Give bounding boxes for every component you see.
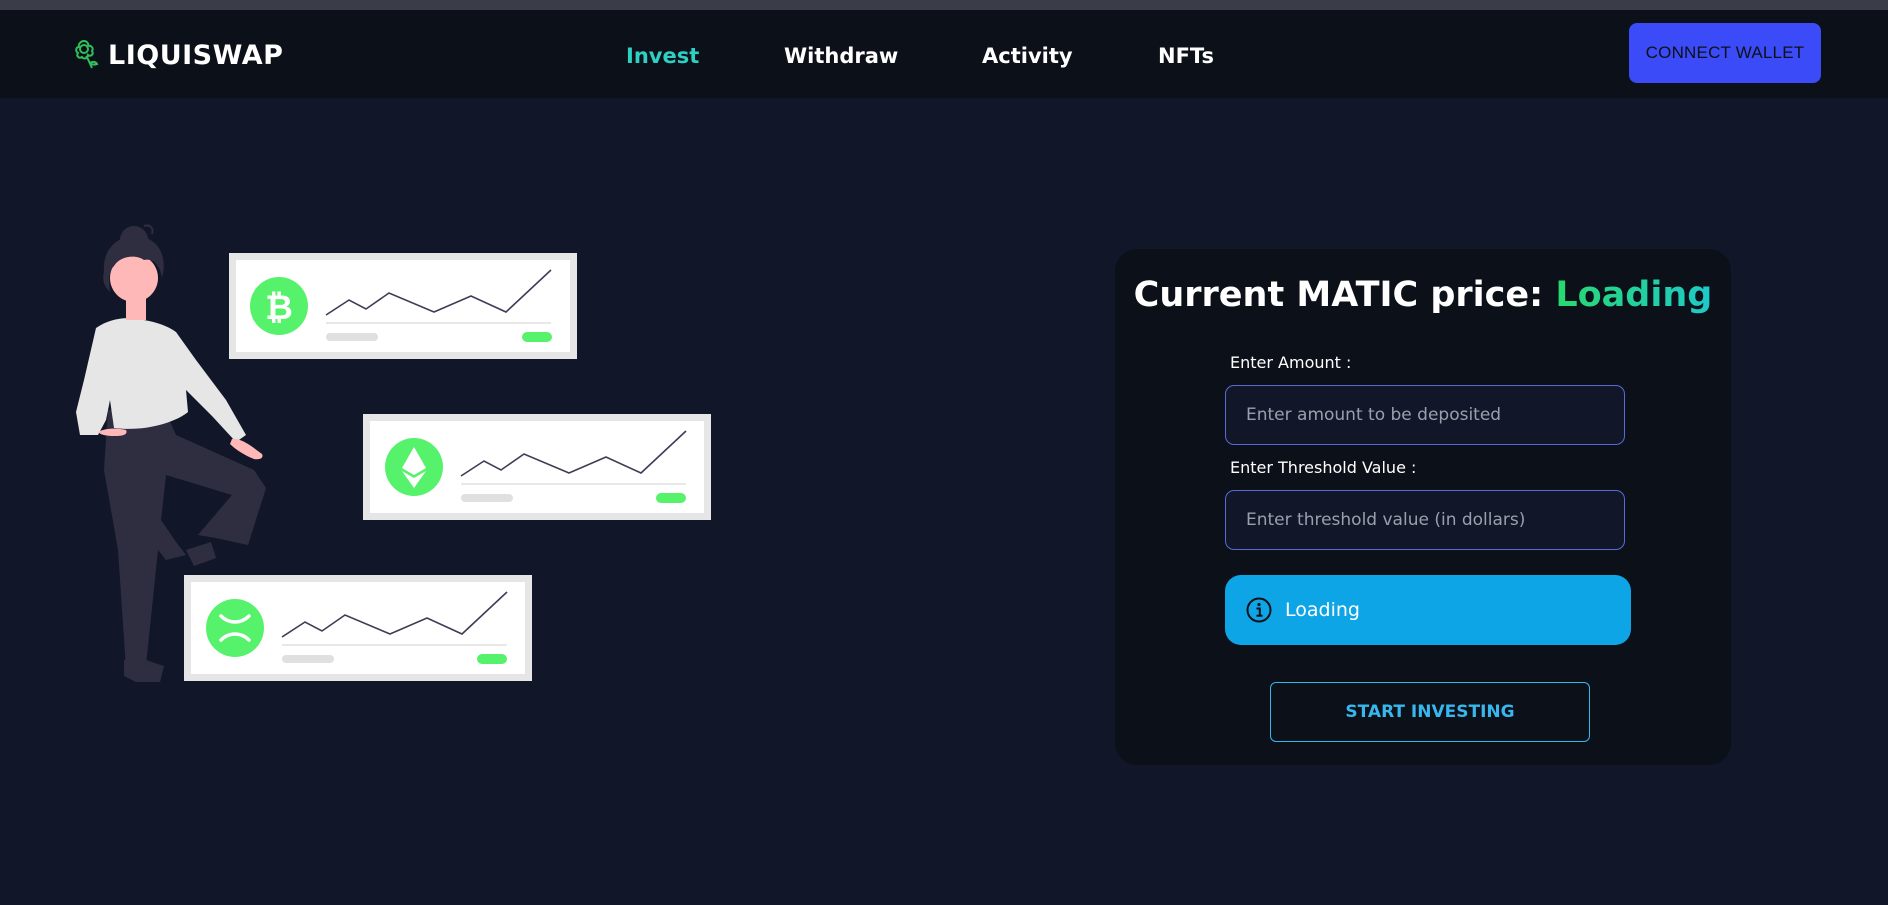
price-title-prefix: Current MATIC price:	[1133, 275, 1544, 315]
price-title: Current MATIC price: Loading	[1115, 275, 1731, 315]
crypto-card-ethereum	[363, 414, 711, 520]
threshold-label: Enter Threshold Value :	[1230, 458, 1417, 477]
hero-illustration: ₿	[76, 224, 711, 682]
brand-name: LIQUISWAP	[108, 39, 284, 71]
nav-nfts[interactable]: NFTs	[1158, 44, 1214, 68]
nav-activity[interactable]: Activity	[982, 44, 1073, 68]
status-alert: Loading	[1225, 575, 1631, 645]
brand[interactable]: LIQUISWAP	[72, 38, 283, 72]
amount-input[interactable]	[1225, 385, 1625, 445]
start-investing-button[interactable]: START INVESTING	[1270, 682, 1590, 742]
matic-price-value: Loading	[1555, 275, 1713, 315]
amount-label: Enter Amount :	[1230, 353, 1352, 372]
connect-wallet-button[interactable]: CONNECT WALLET	[1629, 23, 1821, 83]
invest-card: Current MATIC price: Loading Enter Amoun…	[1115, 249, 1731, 765]
flower-icon	[75, 39, 99, 69]
alert-text: Loading	[1285, 599, 1360, 621]
xrp-icon	[206, 599, 264, 657]
crypto-card-bitcoin: ₿	[229, 253, 577, 359]
window-top-strip	[0, 0, 1888, 10]
navbar: LIQUISWAP Invest Withdraw Activity NFTs …	[0, 10, 1888, 98]
nav-withdraw[interactable]: Withdraw	[784, 44, 898, 68]
svg-text:₿: ₿	[265, 288, 293, 328]
nav-invest[interactable]: Invest	[626, 44, 699, 68]
info-icon	[1246, 597, 1272, 623]
crypto-card-xrp	[184, 575, 532, 681]
threshold-input[interactable]	[1225, 490, 1625, 550]
